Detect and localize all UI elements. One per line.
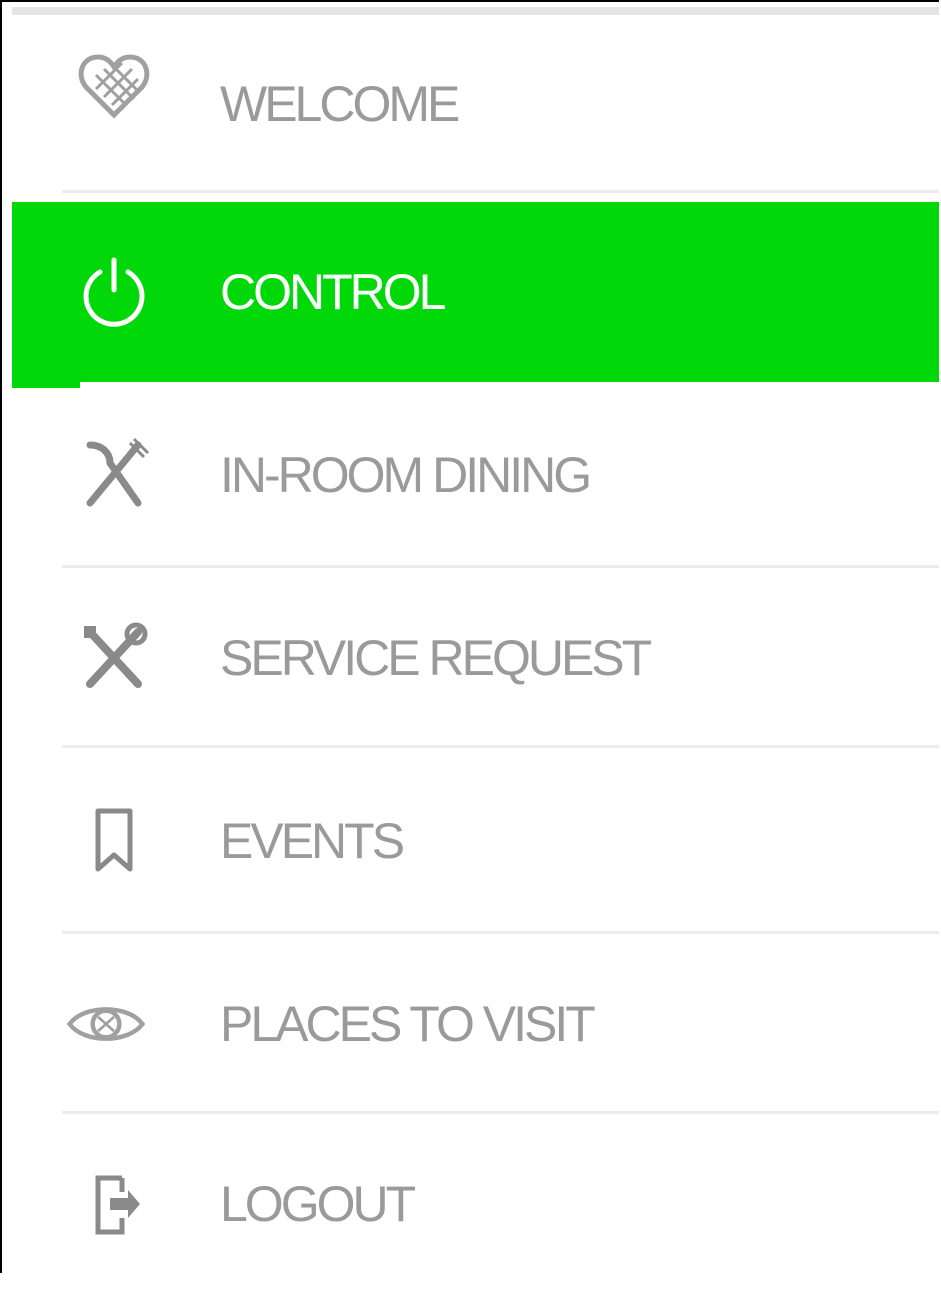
menu-item-label: IN-ROOM DINING [220, 447, 592, 503]
heart-gift-icon [74, 45, 154, 125]
menu-item-control[interactable]: CONTROL [12, 202, 939, 388]
side-menu: WELCOME CONTROL IN-ROOM DINING SERVICE R… [12, 15, 939, 1294]
menu-item-places-to-visit[interactable]: PLACES TO VISIT [12, 934, 939, 1114]
power-icon [74, 252, 154, 332]
top-strip [12, 7, 939, 15]
side-menu-panel: WELCOME CONTROL IN-ROOM DINING SERVICE R… [0, 0, 939, 1273]
menu-item-welcome[interactable]: WELCOME [12, 15, 939, 193]
menu-item-label: LOGOUT [220, 1176, 416, 1232]
menu-item-label: PLACES TO VISIT [220, 996, 596, 1052]
menu-item-label: EVENTS [220, 813, 405, 869]
menu-item-in-room-dining[interactable]: IN-ROOM DINING [12, 382, 939, 568]
logout-icon [74, 1164, 154, 1244]
fork-knife-icon [74, 435, 154, 515]
menu-item-events[interactable]: EVENTS [12, 748, 939, 934]
eye-icon [66, 984, 146, 1064]
menu-item-logout[interactable]: LOGOUT [12, 1114, 939, 1294]
menu-item-label: SERVICE REQUEST [220, 630, 652, 686]
menu-item-label: CONTROL [220, 264, 446, 320]
menu-item-service-request[interactable]: SERVICE REQUEST [12, 568, 939, 748]
bookmark-icon [74, 801, 154, 881]
tools-icon [74, 618, 154, 698]
menu-item-label: WELCOME [220, 76, 460, 132]
